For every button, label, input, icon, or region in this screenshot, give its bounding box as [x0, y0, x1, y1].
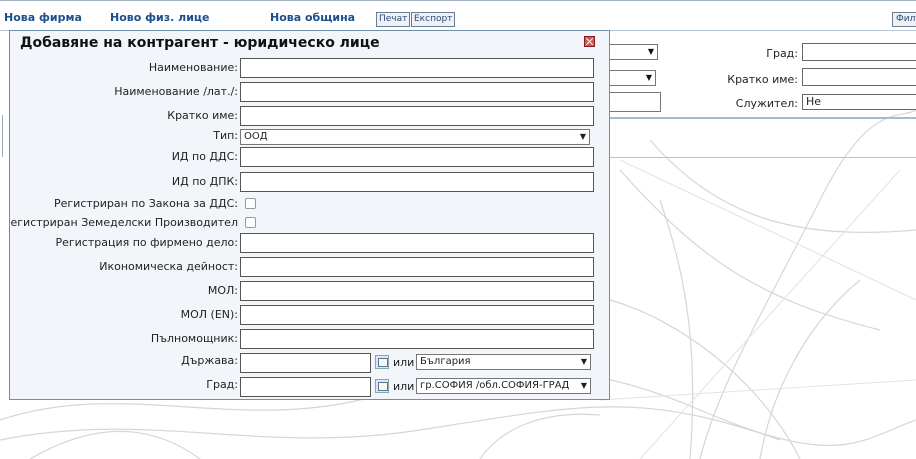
city-label: Град: [766, 47, 798, 60]
print-button[interactable]: Печат [376, 12, 411, 27]
type-select[interactable]: ООД ▼ [240, 129, 590, 145]
city-select-value: гр.СОФИЯ /обл.СОФИЯ-ГРАД [420, 380, 570, 391]
name-label: Наименование: [148, 61, 238, 74]
proxy-input[interactable] [240, 329, 594, 349]
row-vat-id: ИД по ДДС: [10, 147, 609, 169]
type-select-value: ООД [244, 131, 268, 142]
filter-button[interactable]: Филт [892, 12, 916, 27]
row-mol-en: МОЛ (EN): [10, 305, 609, 327]
panel-bottom-line [610, 157, 916, 158]
mol-label: МОЛ: [207, 284, 238, 297]
short-name-label: Кратко име: [167, 109, 238, 122]
next-row-select-edge [416, 399, 593, 400]
chevron-down-icon: ▼ [579, 132, 586, 141]
vat-id-input[interactable] [240, 147, 594, 167]
close-icon[interactable] [584, 36, 595, 47]
country-or-label: или [393, 356, 415, 369]
row-farmer-registered: Регистриран Земеделски Производител [9, 213, 609, 235]
dialog-title: Добавяне на контрагент - юридическо лице [20, 35, 380, 51]
export-button[interactable]: Експорт [411, 12, 456, 27]
row-short-name: Кратко име: [10, 106, 609, 128]
new-municipality-link[interactable]: Нова община [270, 11, 355, 24]
company-case-label: Регистрация по фирмено дело: [55, 236, 238, 249]
row-tax-id: ИД по ДПК: [10, 172, 609, 194]
country-label: Държава: [181, 354, 238, 367]
short-name-input[interactable] [240, 106, 594, 126]
row-name: Наименование: [10, 58, 609, 80]
vat-registered-label: Регистриран по Закона за ДДС: [53, 197, 238, 210]
chevron-down-icon: ▼ [647, 47, 654, 56]
city-select[interactable]: гр.СОФИЯ /обл.СОФИЯ-ГРАД ▼ [416, 378, 591, 394]
employee-select[interactable]: Не [802, 94, 916, 110]
row-name-lat: Наименование /лат./: [10, 82, 609, 104]
vat-registered-checkbox[interactable] [245, 198, 256, 209]
top-toolbar: Нова фирма Ново физ. лице Нова община Пе… [0, 0, 916, 29]
calendar-picker-icon[interactable] [375, 355, 389, 369]
tax-id-input[interactable] [240, 172, 594, 192]
new-person-link[interactable]: Ново физ. лице [110, 11, 210, 24]
tax-id-label: ИД по ДПК: [171, 175, 238, 188]
new-company-link[interactable]: Нова фирма [4, 11, 82, 24]
panel-left-edge [2, 115, 3, 157]
name-input[interactable] [240, 58, 594, 78]
chevron-down-icon: ▼ [645, 73, 652, 82]
farmer-registered-checkbox[interactable] [245, 217, 256, 228]
short-name-input[interactable] [802, 68, 916, 86]
city-input[interactable] [240, 377, 371, 397]
company-case-input[interactable] [240, 233, 594, 253]
city-label: Град: [206, 378, 238, 391]
row-company-case: Регистрация по фирмено дело: [10, 233, 609, 255]
name-lat-input[interactable] [240, 82, 594, 102]
type-label: Тип: [213, 129, 238, 142]
mol-en-label: МОЛ (EN): [180, 308, 238, 321]
employee-label: Служител: [735, 97, 798, 110]
panel-divider [610, 117, 916, 119]
activity-input[interactable] [240, 257, 594, 277]
row-city: Град: или гр.СОФИЯ /обл.СОФИЯ-ГРАД ▼ [10, 377, 609, 399]
short-name-label: Кратко име: [727, 73, 798, 86]
country-input[interactable] [240, 353, 371, 373]
vat-id-label: ИД по ДДС: [171, 150, 238, 163]
city-input[interactable] [802, 43, 916, 61]
chevron-down-icon: ▼ [578, 355, 587, 369]
city-or-label: или [393, 380, 415, 393]
calendar-picker-icon[interactable] [375, 379, 389, 393]
chevron-down-icon: ▼ [578, 379, 587, 393]
mol-input[interactable] [240, 281, 594, 301]
country-select-value: България [420, 356, 471, 367]
activity-label: Икономическа дейност: [99, 260, 238, 273]
mol-en-input[interactable] [240, 305, 594, 325]
proxy-label: Пълномощник: [150, 332, 238, 345]
add-legal-entity-dialog: Добавяне на контрагент - юридическо лице… [9, 30, 610, 400]
row-activity: Икономическа дейност: [10, 257, 609, 279]
country-select[interactable]: България ▼ [416, 354, 591, 370]
row-country: Държава: или България ▼ [10, 353, 609, 375]
name-lat-label: Наименование /лат./: [114, 85, 238, 98]
row-proxy: Пълномощник: [10, 329, 609, 351]
farmer-registered-label: Регистриран Земеделски Производител [9, 216, 238, 229]
row-mol: МОЛ: [10, 281, 609, 303]
